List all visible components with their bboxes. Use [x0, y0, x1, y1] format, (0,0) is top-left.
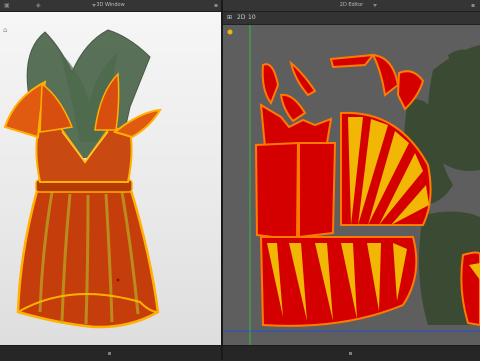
3d-viewport[interactable]: ⌂ — [0, 12, 221, 345]
2d-pattern-viewport[interactable] — [223, 25, 480, 345]
axis-gizmo-icon: ⌂ — [3, 26, 7, 34]
2d-pattern-layout — [223, 25, 480, 345]
2d-mode-icon[interactable]: 2D — [237, 12, 245, 24]
3d-status-bar — [0, 345, 221, 361]
2d-toolbar: ⊞ 2D 10 — [223, 12, 480, 25]
bodice-front-piece — [298, 142, 337, 239]
panel-menu-icon[interactable]: ▪ — [214, 0, 218, 11]
grid-icon[interactable]: ⊞ — [227, 12, 232, 24]
left-petal — [3, 80, 47, 139]
bottom-skirt-piece — [259, 236, 418, 327]
tool-status-icon — [227, 29, 233, 35]
panel-menu-icon[interactable]: ▪ — [471, 0, 475, 11]
status-indicator-icon — [108, 352, 111, 355]
2d-status-bar — [223, 345, 480, 361]
3d-window-title: 3D Window — [96, 2, 125, 8]
dropdown-chevron-icon[interactable] — [373, 4, 377, 7]
bodice-front-piece — [254, 141, 300, 242]
small-red-piece — [261, 63, 280, 106]
status-indicator-icon — [349, 352, 352, 355]
3d-garment-render: ⌂ — [3, 26, 162, 329]
3d-window-header: ▣ ◈ 3D Window ▪ — [0, 0, 221, 12]
2d-editor-header: 2D Editor ▪ — [223, 0, 480, 12]
2d-editor-title: 2D Editor — [339, 2, 364, 8]
zoom-level-icon[interactable]: 10 — [248, 12, 256, 24]
dropdown-chevron-icon[interactable] — [92, 4, 96, 7]
